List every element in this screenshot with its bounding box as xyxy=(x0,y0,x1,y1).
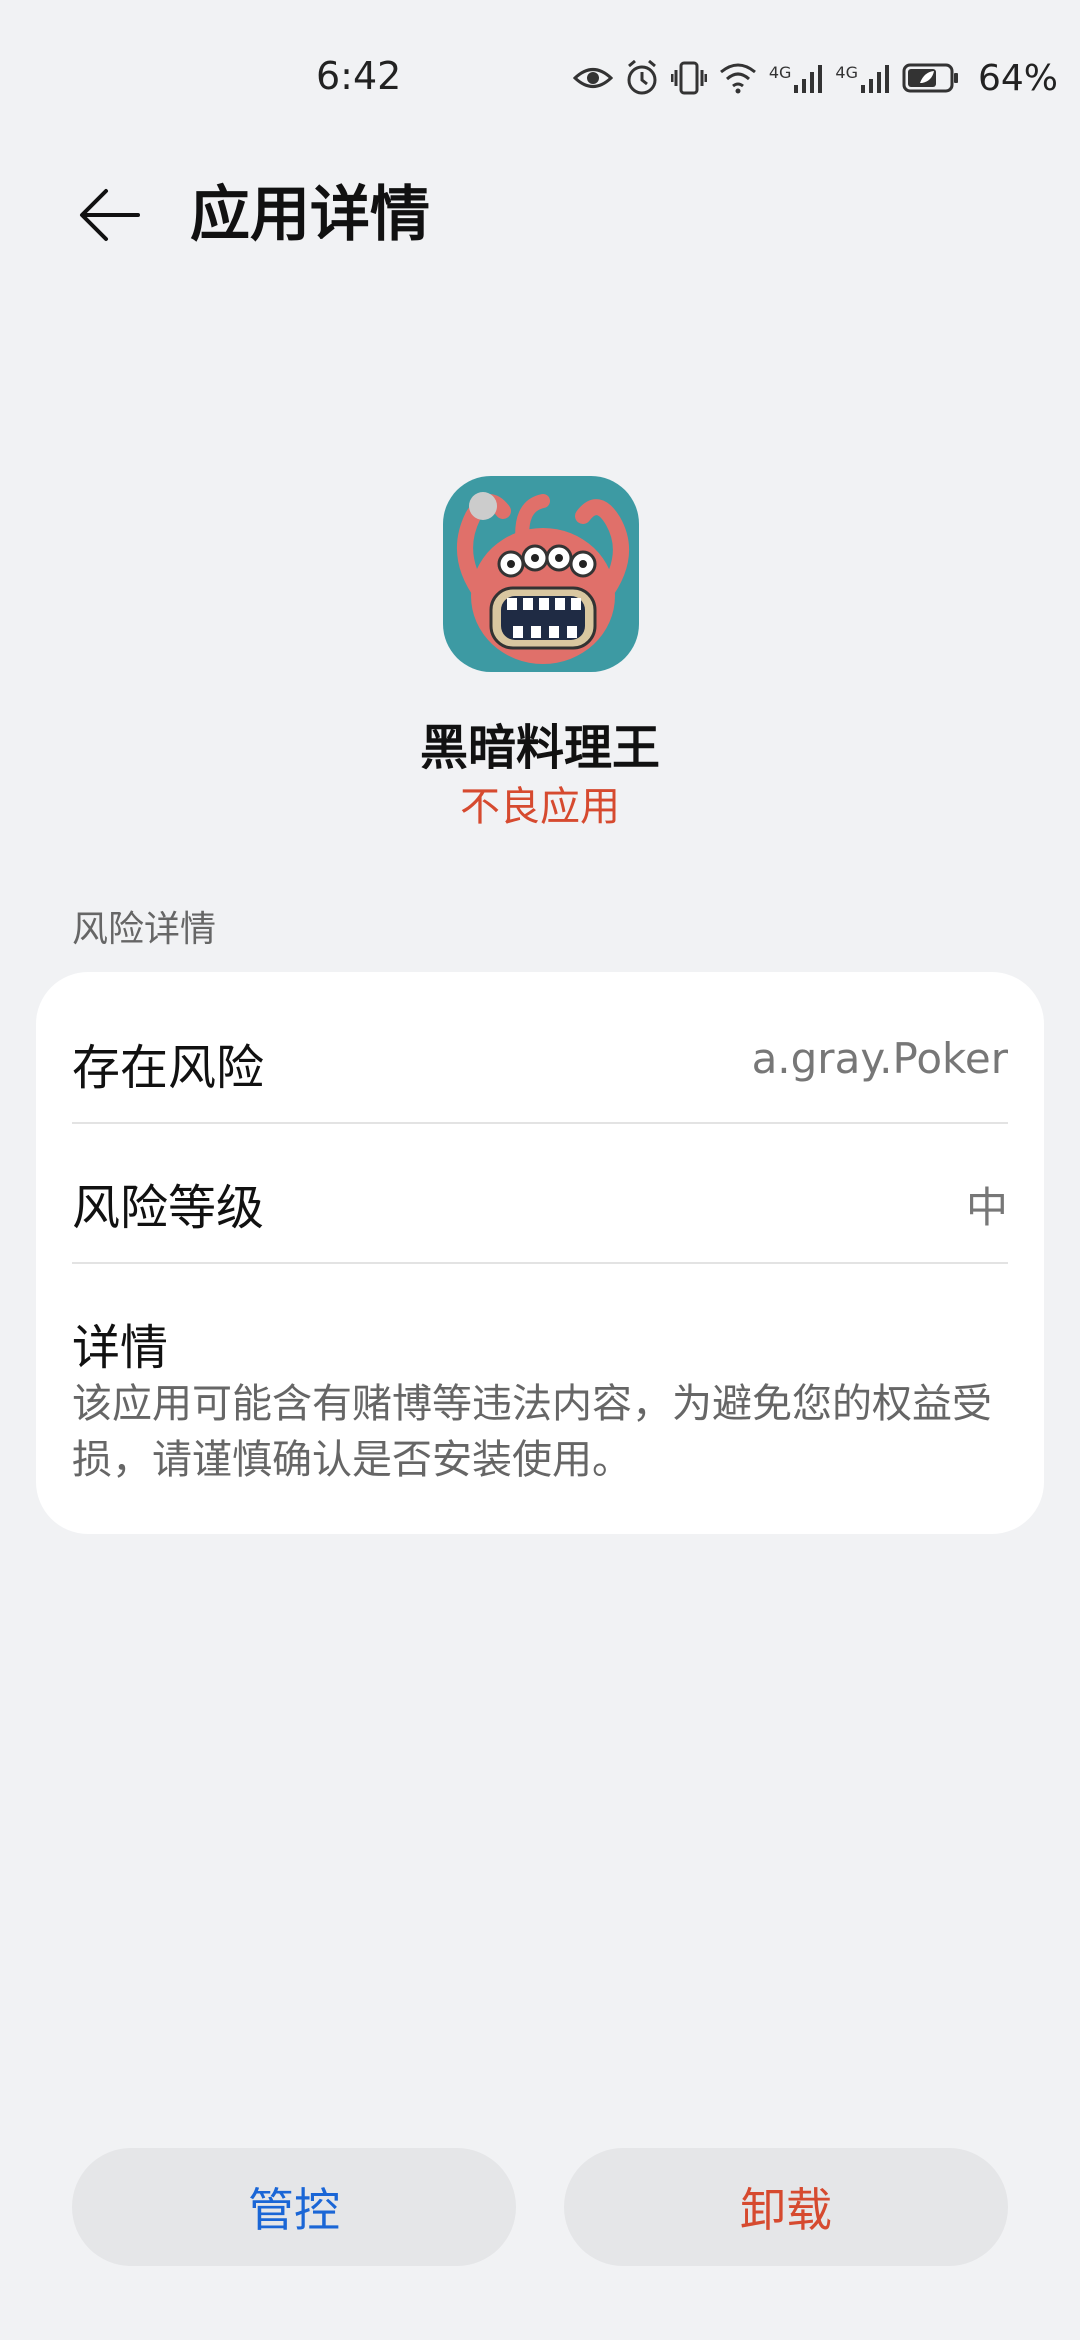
network-type-label: 4G xyxy=(768,63,792,82)
risk-row-level: 风险等级 中 xyxy=(72,1168,1008,1236)
eye-icon xyxy=(572,68,613,88)
risk-row-value: a.gray.Poker xyxy=(751,1034,1008,1083)
detail-text: 该应用可能含有赌博等违法内容，为避免您的权益受损，请谨慎确认是否安装使用。 xyxy=(72,1381,992,1483)
signal-group-2: 4G xyxy=(835,63,890,93)
app-name: 黑暗料理王 xyxy=(419,720,660,776)
risk-section-label: 风险详情 xyxy=(72,909,217,950)
header: 应用详情 xyxy=(0,160,1080,270)
status-icons: 4G 4G 64% xyxy=(572,56,1058,100)
divider xyxy=(72,1262,1008,1264)
signal-group-1: 4G xyxy=(769,63,824,93)
signal-icon xyxy=(860,65,889,93)
signal-icon xyxy=(794,65,823,93)
uninstall-button[interactable]: 卸载 xyxy=(564,2148,1008,2266)
status-time: 6:42 xyxy=(316,54,402,98)
wifi-icon xyxy=(719,63,756,94)
battery-icon xyxy=(902,63,958,93)
network-type-label: 4G xyxy=(835,63,858,82)
detail-row: 详情 xyxy=(72,1308,1008,1376)
app-status-label: 不良应用 xyxy=(460,784,620,830)
risk-row-label: 存在风险 xyxy=(72,1040,265,1096)
vibrate-icon xyxy=(670,61,707,95)
back-button[interactable] xyxy=(70,180,150,250)
risk-row-label: 风险等级 xyxy=(72,1180,265,1236)
detail-label: 详情 xyxy=(72,1320,169,1376)
risk-row-value: 中 xyxy=(965,1183,1008,1232)
page-title: 应用详情 xyxy=(190,180,430,250)
risk-details-card: 存在风险 a.gray.Poker 风险等级 中 详情 该应用可能含有赌博等违法… xyxy=(36,972,1044,1534)
app-icon xyxy=(443,476,639,672)
back-arrow-icon xyxy=(80,189,140,241)
status-bar: 6:42 4G 4G 64% xyxy=(0,0,1080,160)
risk-row-existing: 存在风险 a.gray.Poker xyxy=(72,1028,1008,1096)
control-button[interactable]: 管控 xyxy=(72,2148,516,2266)
divider xyxy=(72,1122,1008,1124)
alarm-icon xyxy=(627,60,657,95)
battery-percent: 64% xyxy=(977,57,1058,99)
